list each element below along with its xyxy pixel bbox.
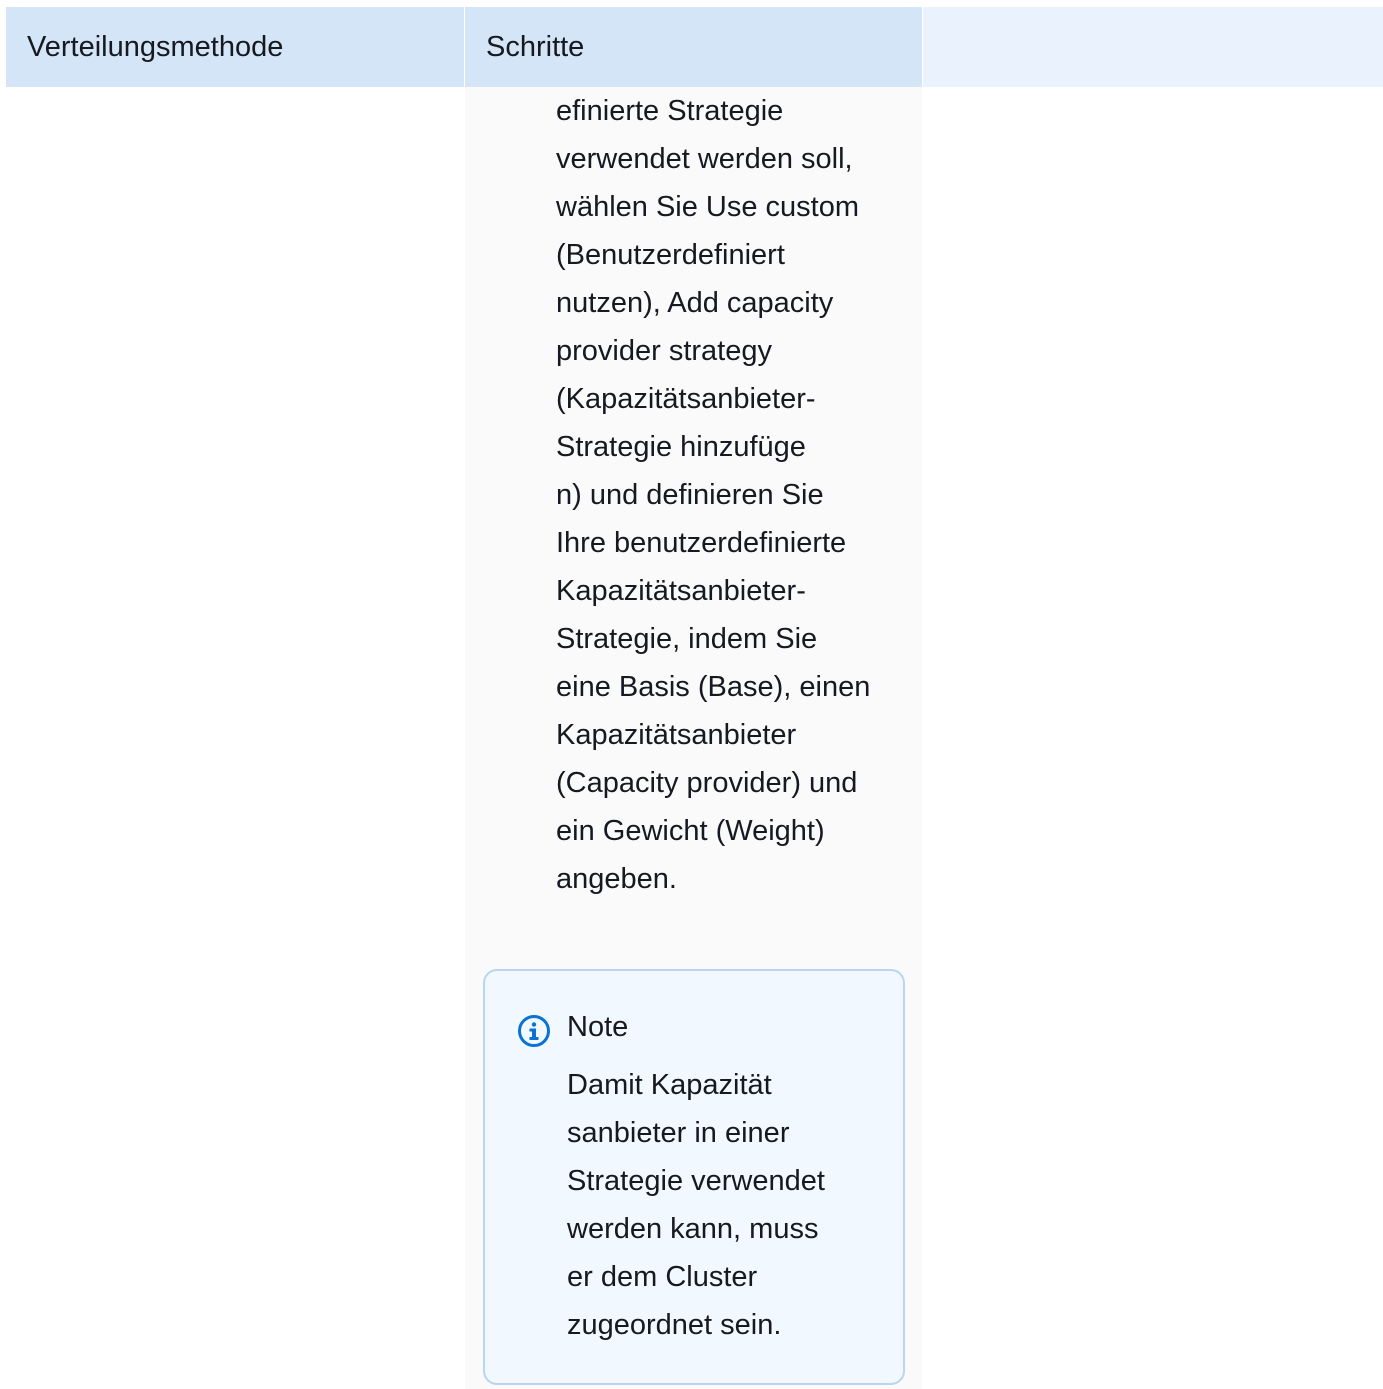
- method-cell: [6, 87, 464, 1389]
- steps-text-line: Kapazitätsanbieter: [556, 719, 797, 751]
- steps-text-line: Kapazitätsanbieter-: [556, 575, 806, 607]
- distribution-methods-table: Verteilungsmethode Schritte efinierte St…: [6, 7, 1383, 1389]
- steps-cell: efinierte Strategie verwendet werden soll…: [465, 87, 922, 1389]
- steps-text-line: Strategie hinzufüge: [556, 431, 806, 463]
- steps-text-line: n) und definieren Sie: [556, 479, 824, 511]
- empty-cell: [923, 87, 1383, 1389]
- steps-text-line: ein Gewicht (Weight): [556, 815, 825, 847]
- steps-text-line: verwendet werden soll,: [556, 143, 853, 175]
- note-title: Note: [567, 1011, 629, 1043]
- steps-text-line: wählen Sie Use custom: [556, 191, 860, 223]
- info-icon: [518, 1015, 550, 1047]
- steps-text-line: nutzen), Add capacity: [556, 287, 834, 319]
- note-text-line: Strategie verwendet: [567, 1165, 825, 1197]
- steps-text-line: (Capacity provider) und: [556, 767, 858, 799]
- table-header-row: Verteilungsmethode Schritte: [6, 7, 1383, 87]
- steps-text: efinierte Strategie verwendet werden soll…: [556, 87, 916, 903]
- steps-text-line: Ihre benutzerdefinierte: [556, 527, 847, 559]
- note-text: Damit Kapazität sanbieter in einer Strateg…: [567, 1061, 867, 1349]
- steps-text-line: (Kapazitätsanbieter-: [556, 383, 816, 415]
- note-text-line: Damit Kapazität: [567, 1069, 772, 1101]
- note-text-line: er dem Cluster: [567, 1261, 758, 1293]
- table-row: efinierte Strategie verwendet werden soll…: [6, 87, 1383, 1389]
- column-header-empty: [923, 7, 1383, 87]
- note-box: Note Damit Kapazität sanbieter in einer St…: [483, 969, 905, 1385]
- note-text-line: werden kann, muss: [567, 1213, 819, 1245]
- steps-text-line: efinierte Strategie: [556, 95, 784, 127]
- column-header-method: Verteilungsmethode: [6, 7, 464, 87]
- steps-text-line: Strategie, indem Sie: [556, 623, 818, 655]
- steps-text-line: eine Basis (Base), einen: [556, 671, 871, 703]
- column-header-steps: Schritte: [465, 7, 922, 87]
- steps-text-line: provider strategy: [556, 335, 772, 367]
- steps-text-line: angeben.: [556, 863, 677, 895]
- steps-text-line: (Benutzerdefiniert: [556, 239, 785, 271]
- note-text-line: zugeordnet sein.: [567, 1309, 782, 1341]
- note-text-line: sanbieter in einer: [567, 1117, 790, 1149]
